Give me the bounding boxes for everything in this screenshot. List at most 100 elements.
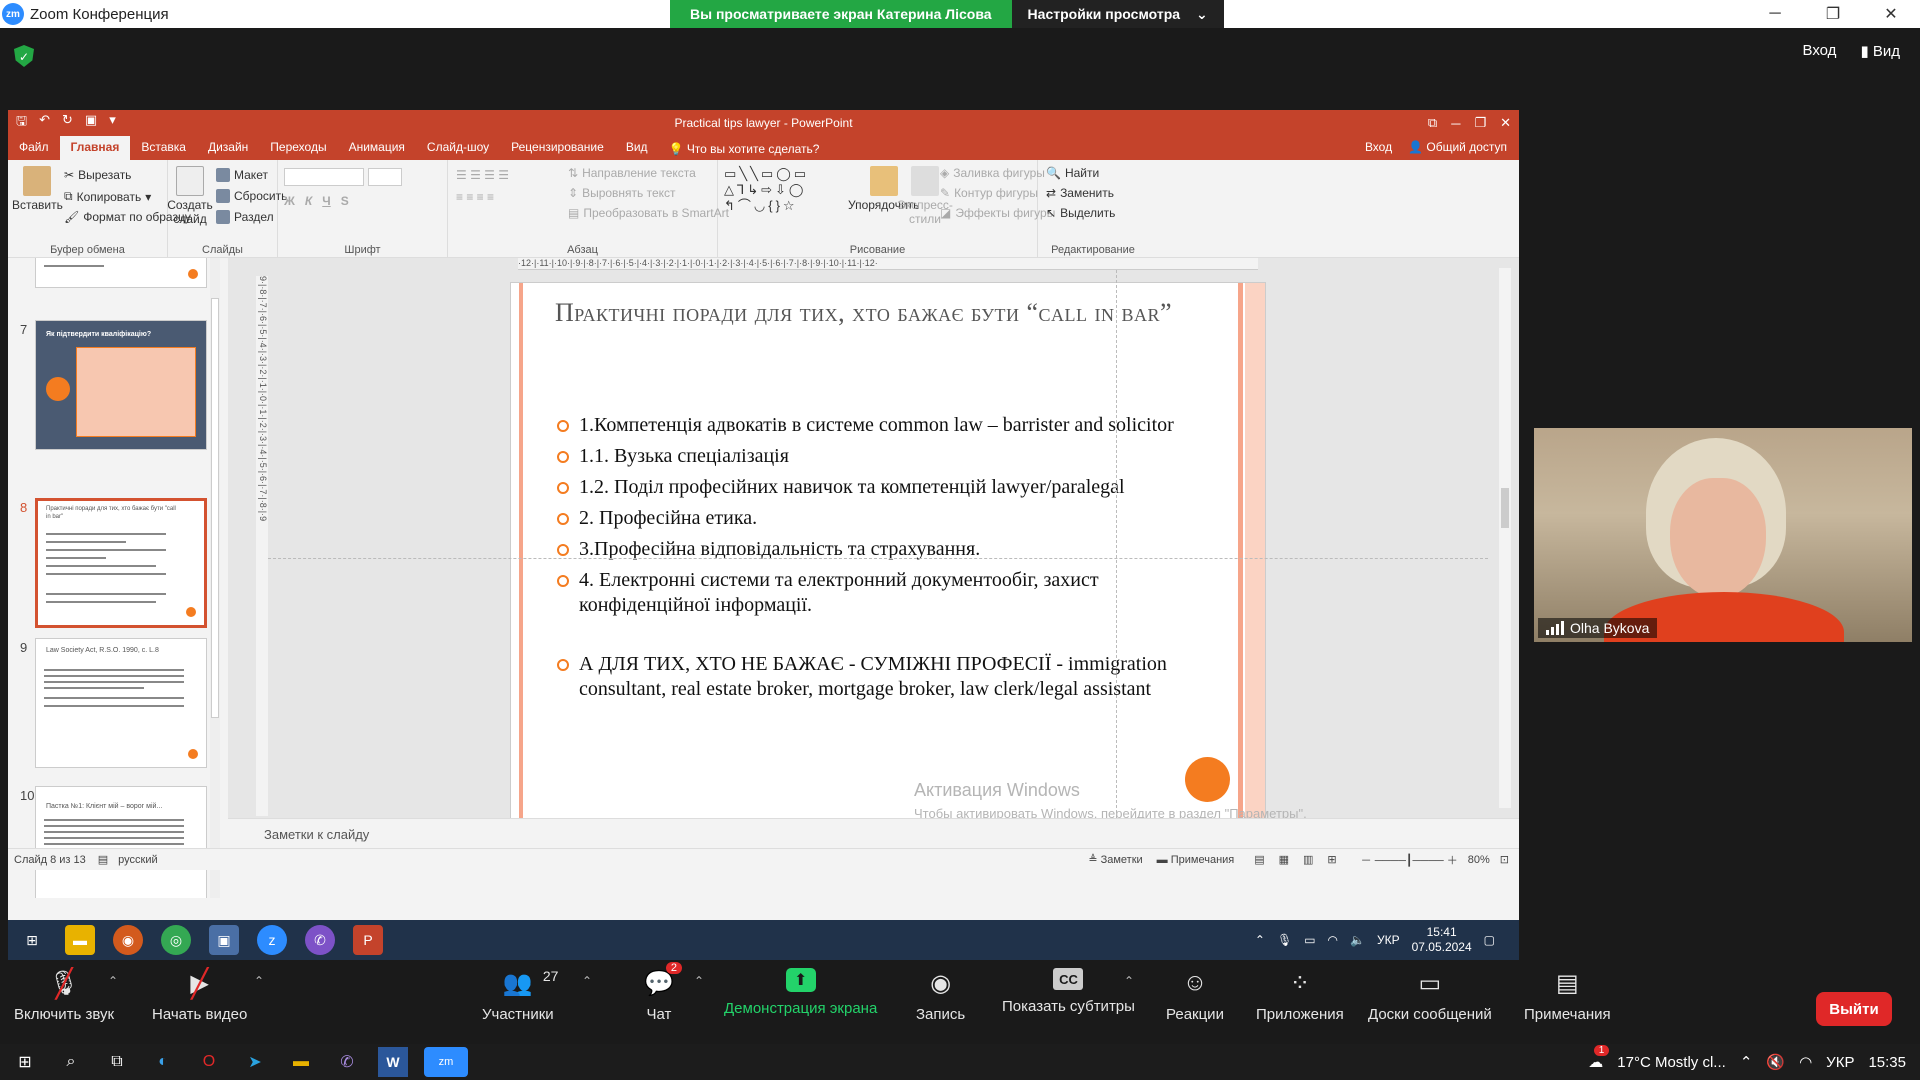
share-screen-button[interactable]: ⬆ Демонстрация экрана bbox=[724, 968, 877, 1017]
ppt-minimize-icon[interactable]: ─ bbox=[1451, 116, 1460, 131]
start-icon[interactable]: ⊞ bbox=[10, 1047, 40, 1077]
section-button[interactable]: Раздел bbox=[216, 210, 274, 224]
folder-icon[interactable]: ▬ bbox=[286, 1047, 316, 1077]
taskbar-lang[interactable]: УКР bbox=[1826, 1054, 1854, 1071]
signin-button[interactable]: Вход bbox=[1803, 42, 1837, 60]
shapes-gallery[interactable]: ▭╲╲▭◯▭ △⅂↳⇨⇩◯ ↰⌒◡{}☆ bbox=[724, 166, 844, 214]
ribbon-display-icon[interactable]: ⧉ bbox=[1428, 115, 1437, 131]
zoom-taskbar-icon[interactable]: zm bbox=[424, 1047, 468, 1077]
tab-1[interactable]: Главная bbox=[59, 136, 131, 160]
battery-icon[interactable]: ▭ bbox=[1304, 933, 1315, 947]
slide-thumbnail[interactable]: Як підтвердити кваліфікацію? bbox=[35, 320, 207, 450]
slide-scrollbar[interactable] bbox=[1499, 268, 1511, 808]
zoom-level[interactable]: 80% bbox=[1468, 854, 1490, 866]
search-icon[interactable]: ⌕ bbox=[56, 1047, 86, 1077]
tab-2[interactable]: Вставка bbox=[130, 136, 197, 160]
language[interactable]: русский bbox=[118, 854, 157, 866]
shape-outline-button[interactable]: ✎ Контур фигуры bbox=[940, 186, 1038, 200]
notes-pane[interactable]: Заметки к слайду bbox=[228, 818, 1519, 848]
weather-icon[interactable]: ☁ 1 bbox=[1588, 1045, 1610, 1071]
slide-body[interactable]: 1.Компетенція адвокатів в системе common… bbox=[557, 413, 1197, 708]
viber-icon[interactable]: ✆ bbox=[305, 925, 335, 955]
bullets-button[interactable]: ☰ ☰ ☰ ☰ bbox=[456, 168, 509, 182]
slide-thumbnail[interactable]: Пастка №1: Клієнт мій – ворог мій... bbox=[35, 786, 207, 898]
view-button[interactable]: ▮ Вид bbox=[1860, 42, 1900, 60]
viber-taskbar-icon[interactable]: ✆ bbox=[332, 1047, 362, 1077]
tab-7[interactable]: Рецензирование bbox=[500, 136, 615, 160]
explorer-icon[interactable]: ▬ bbox=[65, 925, 95, 955]
paste-button[interactable]: Вставить bbox=[12, 166, 63, 212]
share-button[interactable]: 👤 Общий доступ bbox=[1408, 140, 1507, 154]
reactions-button[interactable]: ☺ Реакции bbox=[1166, 968, 1224, 1023]
task-view-icon[interactable]: ⧉ bbox=[102, 1047, 132, 1077]
tab-8[interactable]: Вид bbox=[615, 136, 659, 160]
apps-button[interactable]: ⁘ Приложения bbox=[1256, 968, 1344, 1024]
tab-6[interactable]: Слайд-шоу bbox=[416, 136, 500, 160]
mic-icon[interactable]: 🎙 bbox=[1277, 933, 1292, 947]
network-icon[interactable]: ◠ bbox=[1799, 1053, 1812, 1071]
wifi-icon[interactable]: ◠ bbox=[1328, 933, 1338, 947]
fit-slide-icon[interactable]: ⊡ bbox=[1500, 853, 1509, 866]
word-icon[interactable]: W bbox=[378, 1047, 408, 1077]
tray-up-icon[interactable]: ⌃ bbox=[1740, 1053, 1753, 1071]
restore-icon[interactable]: ❐ bbox=[1804, 0, 1862, 28]
telegram-icon[interactable]: ➤ bbox=[240, 1047, 270, 1077]
taskbar-time[interactable]: 15:35 bbox=[1868, 1054, 1906, 1071]
notes-toggle[interactable]: ≜ Заметки bbox=[1088, 853, 1142, 866]
tray-chevron-icon[interactable]: ⌃ bbox=[1255, 933, 1265, 947]
whiteboards-button[interactable]: ▭ Доски сообщений bbox=[1368, 968, 1492, 1024]
participants-button[interactable]: 👥 27 Участники bbox=[482, 968, 558, 1023]
font-size-input[interactable] bbox=[368, 168, 402, 186]
select-button[interactable]: ↖ Выделить bbox=[1046, 206, 1115, 220]
volume-icon[interactable]: 🔈 bbox=[1350, 933, 1365, 947]
view-settings-button[interactable]: Настройки просмотра ⌄ bbox=[1011, 0, 1224, 28]
opera-icon[interactable]: O bbox=[194, 1047, 224, 1077]
zoom-slider[interactable]: － ────┃──── ＋ bbox=[1361, 852, 1458, 868]
tab-0[interactable]: Файл bbox=[8, 136, 60, 160]
new-slide-button[interactable]: Создать слайд bbox=[167, 166, 213, 226]
inner-lang[interactable]: УКР bbox=[1377, 933, 1400, 947]
smartart-button[interactable]: ▤ Преобразовать в SmartArt bbox=[568, 206, 729, 220]
reset-button[interactable]: Сбросить bbox=[216, 189, 287, 203]
chat-button[interactable]: 💬 2 Чат bbox=[644, 962, 682, 1023]
redo-icon[interactable]: ↻ bbox=[62, 112, 73, 134]
slide-thumbnail-selected[interactable]: Практичні поради для тих, хто бажає бути… bbox=[35, 498, 207, 628]
spellcheck-icon[interactable]: ▤ bbox=[98, 853, 108, 866]
ppt-close-icon[interactable]: ✕ bbox=[1500, 115, 1511, 131]
shape-fill-button[interactable]: ◈ Заливка фигуры bbox=[940, 166, 1045, 180]
photos-icon[interactable]: ▣ bbox=[209, 925, 239, 955]
customize-qat-icon[interactable]: ▾ bbox=[109, 112, 116, 134]
replace-button[interactable]: ⇄ Заменить bbox=[1046, 186, 1114, 200]
view-buttons[interactable]: ▤▦▥⊞ bbox=[1254, 853, 1350, 866]
tab-4[interactable]: Переходы bbox=[259, 136, 337, 160]
tab-5[interactable]: Анимация bbox=[338, 136, 416, 160]
align-text-button[interactable]: ⇕ Выровнять текст bbox=[568, 186, 676, 200]
present-icon[interactable]: ▣ bbox=[85, 112, 97, 134]
windows-start-icon[interactable]: ⊞ bbox=[17, 925, 47, 955]
find-button[interactable]: 🔍 Найти bbox=[1046, 166, 1099, 180]
save-icon[interactable]: 🖫 bbox=[16, 112, 27, 134]
undo-icon[interactable]: ↶ bbox=[39, 112, 50, 134]
zoom-app-icon[interactable]: z bbox=[257, 925, 287, 955]
font-name-input[interactable] bbox=[284, 168, 364, 186]
edge-icon[interactable]: ◐ bbox=[148, 1047, 178, 1077]
copy-button[interactable]: ⧉ Копировать ▾ bbox=[64, 189, 151, 204]
weather-text[interactable]: 17°C Mostly cl... bbox=[1617, 1054, 1726, 1071]
comments-toggle[interactable]: ▬ Примечания bbox=[1157, 854, 1235, 866]
notes-button[interactable]: ▤ Примечания bbox=[1524, 968, 1611, 1024]
layout-button[interactable]: Макет bbox=[216, 168, 268, 182]
tab-3[interactable]: Дизайн bbox=[197, 136, 259, 160]
cut-button[interactable]: ✂ Вырезать bbox=[64, 168, 131, 182]
participant-video[interactable]: Olha Bykova bbox=[1534, 428, 1912, 642]
font-format-buttons[interactable]: Ж К Ч S bbox=[284, 194, 349, 208]
slide-thumbnail[interactable] bbox=[35, 258, 207, 288]
thumbs-scrollbar[interactable] bbox=[210, 258, 220, 898]
text-direction-button[interactable]: ⇅ Направление текста bbox=[568, 166, 696, 180]
powerpoint-icon[interactable]: P bbox=[353, 925, 383, 955]
tell-me[interactable]: 💡 Что вы хотите сделать? bbox=[659, 138, 830, 160]
align-buttons[interactable]: ≡ ≡ ≡ ≡ bbox=[456, 190, 494, 204]
mute-icon[interactable]: 🔇 bbox=[1766, 1053, 1785, 1071]
minimize-icon[interactable]: ─ bbox=[1746, 0, 1804, 28]
current-slide[interactable]: Практичні поради для тих, хто бажає бути… bbox=[510, 282, 1266, 856]
ppt-signin[interactable]: Вход bbox=[1365, 140, 1392, 154]
